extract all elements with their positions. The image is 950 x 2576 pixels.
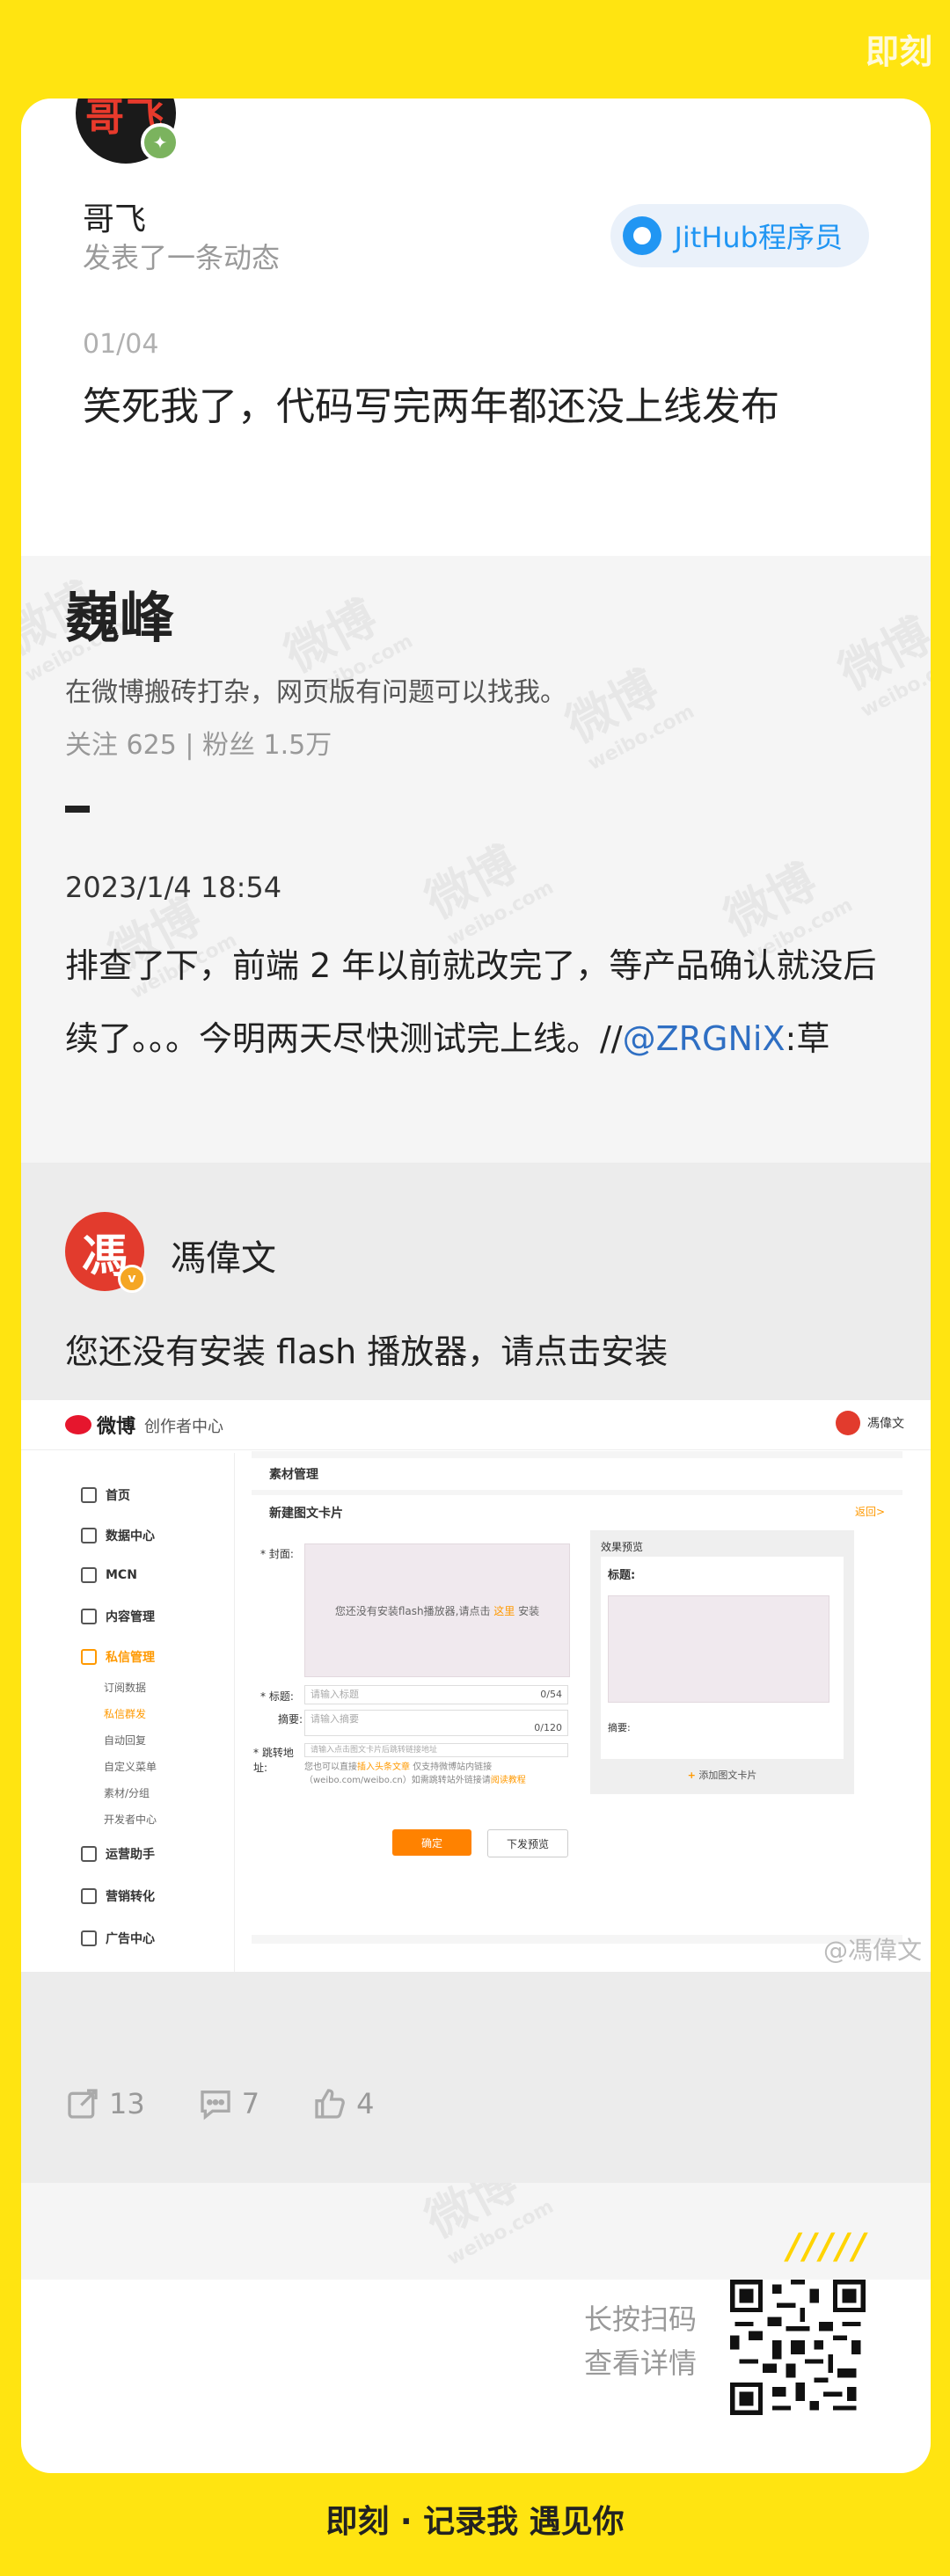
like-action[interactable]: 4 [312,2086,374,2121]
embed-watermark: @馮偉文 [822,1936,922,1965]
topic-label: JitHub程序员 [674,221,843,254]
cover-upload-box: 您还没有安装flash播放器,请点击 这里 安装 [304,1543,570,1677]
side-sub-item: 自定义菜单 [104,1761,157,1773]
topic-chip[interactable]: JitHub程序员 [610,204,869,267]
weibo-follow-stats: 关注 625 | 粉丝 1.5万 [65,730,332,761]
embed-user: 馮偉文 [836,1411,904,1435]
weibo-content: 排查了下，前端 2 年以前就改完了，等产品确认就没后续了。。。今明两天尽快测试完… [65,930,892,1076]
decor-slashes: ///// [786,2227,869,2267]
comment-icon [201,2091,230,2120]
side-ads: 广告中心 [81,1930,155,1947]
preview-image [608,1595,829,1703]
summary-input: 请输入摘要 0/120 [304,1710,568,1736]
embed-sidebar: 首页 数据中心 MCN 内容管理 私信管理 订阅数据 私信群发 自动回复 自定义… [58,1453,235,1972]
ads-icon [81,1930,97,1946]
embed-header: 素材管理 [252,1458,902,1490]
scan-hint-2: 查看详情 [584,2346,698,2380]
preview-button: 下发预览 [487,1829,568,1857]
author-name[interactable]: 哥飞 [83,193,146,239]
side-marketing: 营销转化 [81,1887,155,1905]
scan-hint-1: 长按扫码 [584,2302,698,2336]
weibo-date: 2023/1/4 18:54 [65,871,282,904]
watermark: 微博weibo.com [829,607,931,723]
weibo-logo: 微博 [65,1411,135,1439]
home-icon [81,1487,97,1503]
side-sub-item: 素材/分组 [104,1787,150,1799]
embed-topbar: 微博 创作者中心 馮偉文 [21,1400,931,1450]
topic-icon [623,216,662,255]
thumbs-up-icon [315,2089,345,2119]
jike-logo-top: 即刻 [866,25,932,73]
summary-label: 摘要: [278,1713,303,1726]
repost-action[interactable]: 13 [65,2086,145,2121]
jike-logo-text: 即刻 [865,33,932,71]
retweet-text: 您还没有安装 flash 播放器，请点击安装 [65,1332,669,1371]
jike-slogan: 即刻 · 记录我 遇见你 [325,2504,625,2540]
mention-link[interactable]: @ZRGNiX [623,1019,786,1058]
link-note: 您也可以直接插入头条文章 仅支持微博站内链接（weibo.com/weibo.c… [304,1762,526,1785]
retweet-avatar[interactable]: 馮 v [65,1212,146,1293]
add-card-link: + 添加图文卡片 [687,1770,757,1781]
side-content: 内容管理 [81,1608,155,1625]
embed-main: 素材管理 新建图文卡片 返回> * 封面: 您还没有安装flash播放器,请点击… [252,1451,902,1944]
cover-label: * 封面: [260,1548,294,1560]
title-input: 请输入标题 0/54 [304,1685,568,1704]
post-action-text: 发表了一条动态 [83,241,281,274]
title-label: * 标题: [260,1690,294,1703]
side-sub-item: 自动回复 [104,1734,147,1747]
link-label: * 跳转地址: [253,1747,294,1774]
data-icon [81,1528,97,1543]
post-card: 哥飞 ✦ 哥飞 发表了一条动态 JitHub程序员 01/04 笑死我了，代码写… [21,99,931,2473]
creator-center-label: 创作者中心 [144,1418,223,1436]
back-link: 返回> [854,1506,885,1518]
side-sub-item: 开发者中心 [104,1813,157,1826]
weibo-actions: 13 7 4 [65,2086,374,2121]
weibo-screenshot: 微博 weibo.com 微博 weibo.com 微博 weibo.com 微博 we… [21,556,931,2280]
retweet-block: 馮 v 馮偉文 您还没有安装 flash 播放器，请点击安装 微博 创作者中心 … [21,1163,931,2183]
side-fans: 私信管理 [81,1648,155,1666]
side-sub-item: 订阅数据 [104,1682,147,1694]
preview-card: 标题: 摘要: [601,1557,844,1759]
divider-dash [65,806,90,813]
marketing-icon [81,1888,97,1904]
link-input: 请输入点击图文卡片后跳转链接地址 [304,1743,568,1757]
verified-badge-icon: ✦ [141,123,179,162]
side-sub-item: 私信群发 [104,1708,147,1720]
fans-icon [81,1649,97,1665]
vip-badge-icon: v [118,1265,146,1293]
author-avatar[interactable]: 哥飞 ✦ [76,99,179,164]
weibo-profile-name: 巍峰 [65,586,175,650]
content-icon [81,1609,97,1624]
ops-icon [81,1846,97,1862]
post-title: 笑死我了，代码写完两年都还没上线发布 [83,384,779,429]
retweet-author[interactable]: 馮偉文 [171,1230,276,1281]
side-mcn: MCN [81,1567,137,1583]
panel-title: 新建图文卡片 [269,1507,343,1521]
side-ops: 运营助手 [81,1845,155,1863]
side-data: 数据中心 [81,1527,155,1544]
share-icon [68,2089,98,2119]
embed-user-avatar [836,1411,860,1435]
mcn-icon [81,1567,97,1583]
embedded-screenshot: 微博 创作者中心 馮偉文 首页 数据中心 MCN 内容管理 私信管理 订阅数据 … [21,1400,931,1972]
weibo-bio: 在微博搬砖打杂，网页版有问题可以找我。 [65,677,566,708]
weibo-eye-icon [65,1415,91,1434]
confirm-button: 确定 [392,1829,471,1856]
watermark: 微博weibo.com [557,660,698,776]
qr-code[interactable] [730,2280,866,2415]
embed-panel: 新建图文卡片 返回> * 封面: 您还没有安装flash播放器,请点击 这里 安… [252,1495,902,1935]
comment-action[interactable]: 7 [198,2086,259,2121]
side-home: 首页 [81,1486,130,1504]
weibo-content-tail: :草 [785,1019,830,1058]
page-index: 01/04 [83,329,159,360]
preview-panel: 效果预览 标题: 摘要: + 添加图文卡片 [590,1530,854,1794]
